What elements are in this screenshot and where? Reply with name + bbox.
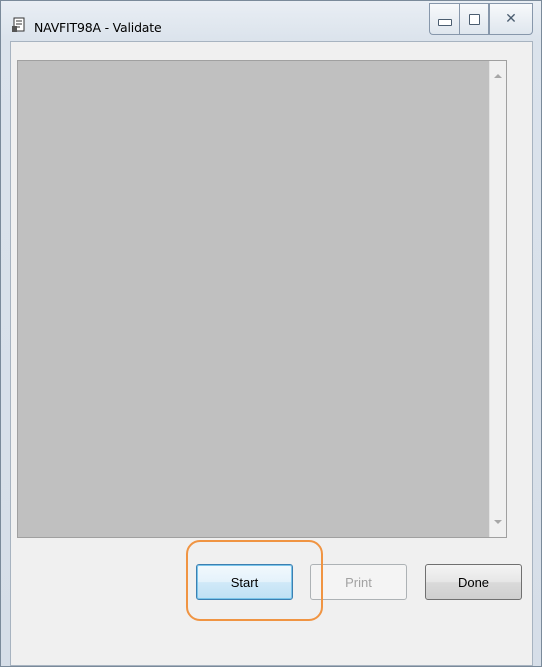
validation-output-textbox[interactable] [17, 60, 507, 538]
caption-buttons: ✕ [427, 1, 537, 37]
title-bar[interactable]: NAVFIT98A - Validate ✕ [1, 1, 541, 41]
done-button[interactable]: Done [425, 564, 522, 600]
window-title: NAVFIT98A - Validate [34, 20, 162, 35]
vertical-scrollbar[interactable] [489, 61, 506, 537]
maximize-icon [468, 13, 480, 25]
print-button[interactable]: Print [310, 564, 407, 600]
maximize-button[interactable] [459, 3, 489, 35]
minimize-icon [437, 18, 452, 26]
close-icon: ✕ [505, 11, 517, 27]
app-document-icon [11, 17, 27, 33]
scroll-up-arrow-icon[interactable] [494, 74, 502, 78]
minimize-button[interactable] [429, 3, 459, 35]
start-button[interactable]: Start [196, 564, 293, 600]
close-button[interactable]: ✕ [489, 3, 533, 35]
scroll-down-arrow-icon[interactable] [494, 520, 502, 524]
